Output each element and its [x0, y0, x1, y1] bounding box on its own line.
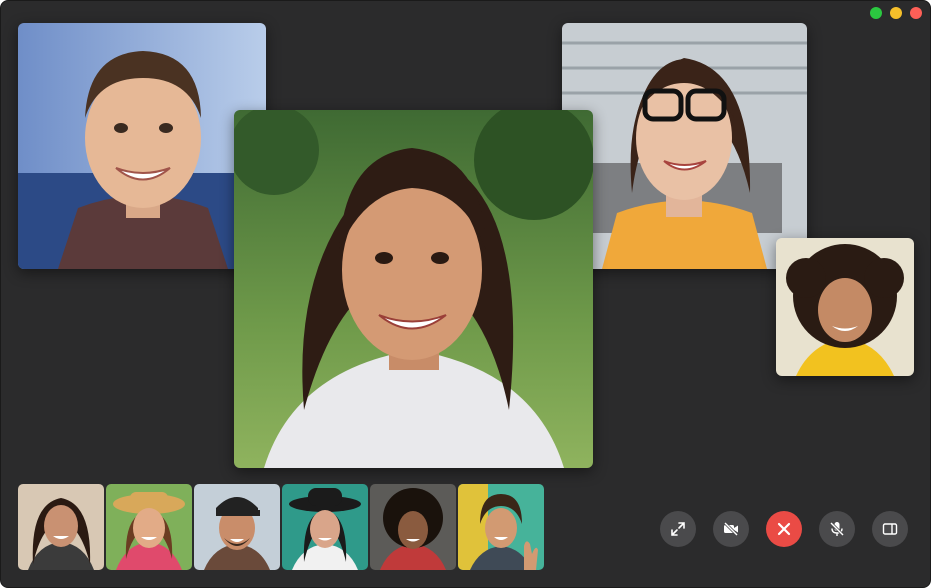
fullscreen-button[interactable] — [660, 511, 696, 547]
participant-tile-center[interactable] — [234, 110, 593, 468]
close-button[interactable] — [910, 7, 922, 19]
call-controls — [660, 511, 908, 547]
mic-off-icon — [829, 521, 845, 537]
participant-thumb[interactable] — [106, 484, 192, 570]
end-call-icon — [777, 522, 791, 536]
participant-tile-top-left[interactable] — [18, 23, 266, 269]
participant-video — [106, 484, 192, 570]
end-call-button[interactable] — [766, 511, 802, 547]
minimize-button[interactable] — [890, 7, 902, 19]
participant-video — [458, 484, 544, 570]
window-controls — [870, 7, 922, 19]
mute-button[interactable] — [819, 511, 855, 547]
participant-thumb[interactable] — [282, 484, 368, 570]
participant-video — [370, 484, 456, 570]
facetime-window — [0, 0, 931, 588]
participant-video — [194, 484, 280, 570]
participant-video — [18, 484, 104, 570]
participant-thumb[interactable] — [194, 484, 280, 570]
participant-thumb[interactable] — [18, 484, 104, 570]
participants-strip — [18, 484, 544, 570]
sidebar-button[interactable] — [872, 511, 908, 547]
participant-video — [776, 238, 914, 376]
zoom-button[interactable] — [870, 7, 882, 19]
participant-video — [282, 484, 368, 570]
participant-tile-small-right[interactable] — [776, 238, 914, 376]
participant-video — [562, 23, 807, 269]
camera-off-icon — [723, 521, 739, 537]
sidebar-icon — [882, 523, 898, 535]
participant-tile-top-right[interactable] — [562, 23, 807, 269]
participant-video — [18, 23, 266, 269]
participant-video — [234, 110, 593, 468]
participant-thumb[interactable] — [458, 484, 544, 570]
fullscreen-icon — [671, 522, 685, 536]
camera-off-button[interactable] — [713, 511, 749, 547]
participant-thumb[interactable] — [370, 484, 456, 570]
